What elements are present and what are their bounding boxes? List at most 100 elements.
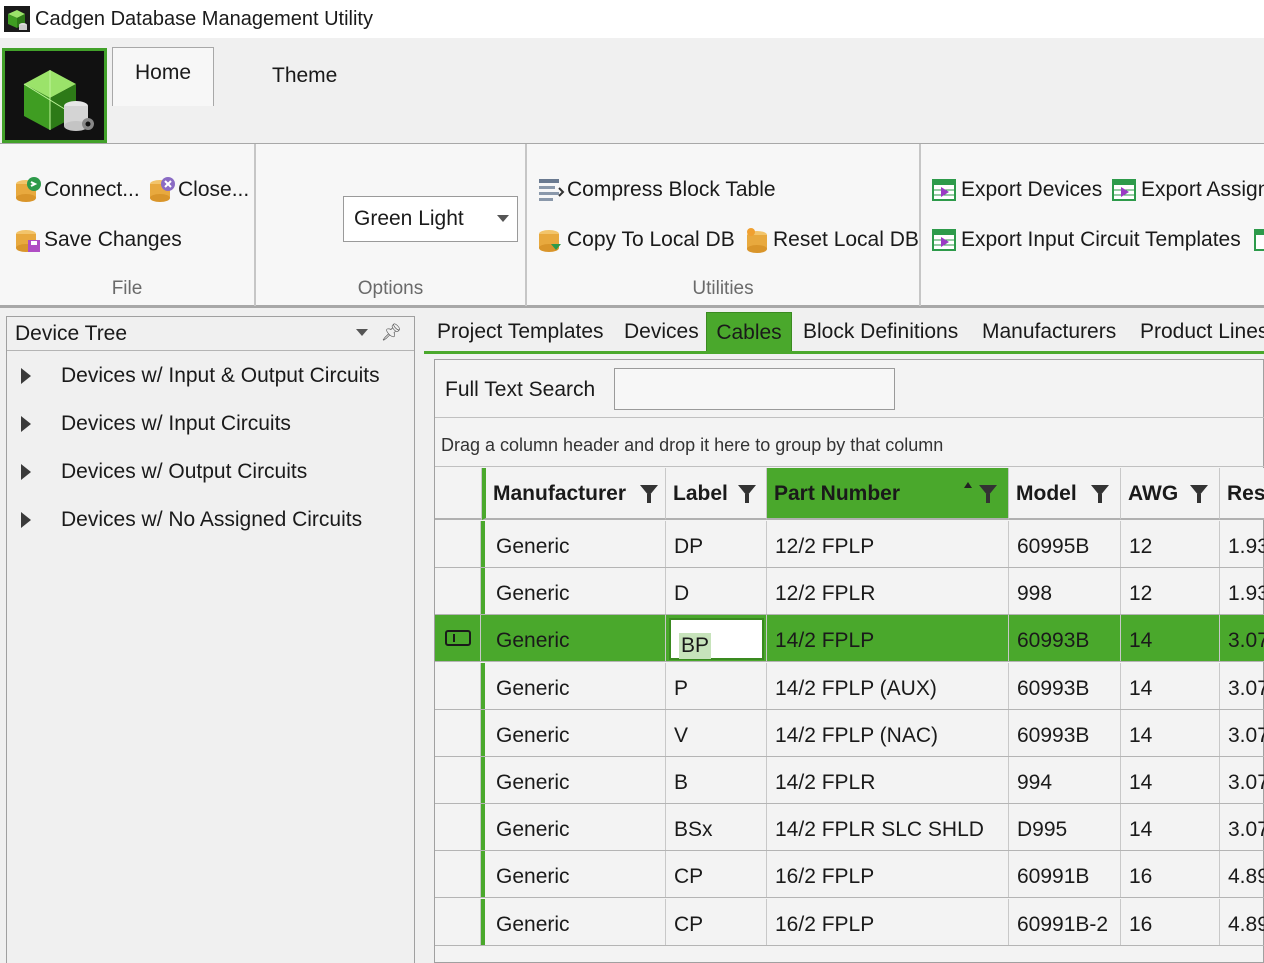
table-cell-part-number[interactable]: 14/2 FPLP: [767, 615, 1009, 662]
theme-select[interactable]: Green Light: [343, 196, 518, 242]
reset-local-db-button[interactable]: Reset Local DB: [743, 226, 919, 254]
tab-home[interactable]: Home: [112, 47, 214, 106]
tree-item-input-output[interactable]: Devices w/ Input & Output Circuits: [21, 361, 380, 391]
table-row[interactable]: Generic BP 14/2 FPLP 60993B 14 3.07: [435, 615, 1264, 663]
table-cell-resi[interactable]: 3.07: [1220, 615, 1264, 661]
close-button[interactable]: Close...: [148, 176, 249, 204]
table-cell-awg[interactable]: 14: [1121, 615, 1220, 662]
export-input-circuit-templates-button[interactable]: Export Input Circuit Templates: [931, 226, 1241, 254]
table-cell-label[interactable]: BSx: [666, 804, 767, 851]
table-cell-awg[interactable]: 16: [1121, 851, 1220, 898]
cell-editor-text[interactable]: BP: [679, 633, 712, 660]
table-cell-part-number[interactable]: 16/2 FPLP: [767, 898, 1009, 945]
table-cell-model[interactable]: 998: [1009, 568, 1121, 615]
table-cell-manufacturer[interactable]: Generic: [486, 568, 666, 615]
table-cell-part-number[interactable]: 16/2 FPLP: [767, 851, 1009, 898]
tab-project-templates[interactable]: Project Templates: [437, 312, 604, 352]
table-cell-manufacturer[interactable]: Generic: [486, 804, 666, 851]
table-cell-label[interactable]: CP: [666, 898, 767, 945]
table-row[interactable]: Generic P 14/2 FPLP (AUX) 60993B 14 3.07: [435, 662, 1264, 710]
table-cell-label[interactable]: B: [666, 757, 767, 803]
export-assign-button[interactable]: Export Assign: [1111, 176, 1264, 204]
chevron-down-icon[interactable]: [356, 329, 368, 336]
filter-icon[interactable]: [979, 485, 997, 503]
table-cell-part-number[interactable]: 14/2 FPLP (NAC): [767, 709, 1009, 756]
expand-arrow-icon[interactable]: [21, 416, 31, 432]
row-indicator[interactable]: [435, 757, 481, 803]
table-cell-resi[interactable]: 3.07: [1220, 757, 1264, 803]
export-table-icon[interactable]: [1254, 226, 1264, 254]
row-indicator[interactable]: [435, 898, 481, 945]
table-row[interactable]: Generic D 12/2 FPLR 998 12 1.93: [435, 568, 1264, 616]
table-cell-awg[interactable]: 16: [1121, 898, 1220, 945]
row-indicator[interactable]: [435, 709, 481, 756]
table-cell-manufacturer[interactable]: Generic: [486, 662, 666, 709]
table-cell-part-number[interactable]: 14/2 FPLP (AUX): [767, 662, 1009, 709]
tab-product-lines[interactable]: Product Lines: [1140, 312, 1264, 352]
table-row[interactable]: Generic B 14/2 FPLR 994 14 3.07: [435, 757, 1264, 804]
table-cell-manufacturer[interactable]: Generic: [486, 851, 666, 898]
table-cell-model[interactable]: 60993B: [1009, 709, 1121, 756]
column-header-part-number[interactable]: Part Number: [767, 468, 1009, 520]
tab-block-definitions[interactable]: Block Definitions: [803, 312, 958, 352]
table-cell-label[interactable]: BP: [666, 615, 767, 662]
table-row[interactable]: Generic BSx 14/2 FPLR SLC SHLD D995 14 3.07: [435, 804, 1264, 852]
table-cell-model[interactable]: D995: [1009, 804, 1121, 851]
table-cell-model[interactable]: 994: [1009, 757, 1121, 803]
table-cell-resi[interactable]: 4.89: [1220, 899, 1264, 945]
filter-icon[interactable]: [738, 485, 756, 503]
app-menu-button[interactable]: [2, 48, 107, 143]
tab-devices[interactable]: Devices: [624, 312, 699, 352]
cell-editor[interactable]: BP: [669, 618, 764, 661]
column-header-resistance[interactable]: Resi: [1220, 468, 1264, 520]
table-cell-manufacturer[interactable]: Generic: [486, 615, 666, 662]
table-cell-awg[interactable]: 14: [1121, 662, 1220, 709]
row-indicator[interactable]: [435, 804, 481, 851]
table-cell-awg[interactable]: 12: [1121, 521, 1220, 567]
column-header-awg[interactable]: AWG: [1121, 468, 1220, 520]
table-cell-part-number[interactable]: 14/2 FPLR SLC SHLD: [767, 804, 1009, 851]
table-row[interactable]: Generic V 14/2 FPLP (NAC) 60993B 14 3.07: [435, 709, 1264, 757]
chevron-down-icon[interactable]: [497, 215, 509, 222]
tab-cables[interactable]: Cables: [706, 312, 792, 352]
tab-manufacturers[interactable]: Manufacturers: [982, 312, 1116, 352]
table-cell-model[interactable]: 60993B: [1009, 662, 1121, 709]
tree-item-no-assigned[interactable]: Devices w/ No Assigned Circuits: [21, 505, 362, 535]
table-cell-manufacturer[interactable]: Generic: [486, 709, 666, 756]
row-indicator[interactable]: [435, 851, 481, 898]
row-indicator[interactable]: [435, 568, 481, 615]
tree-item-output[interactable]: Devices w/ Output Circuits: [21, 457, 307, 487]
table-row[interactable]: Generic CP 16/2 FPLP 60991B 16 4.89: [435, 851, 1264, 899]
row-indicator[interactable]: [435, 615, 481, 662]
table-cell-awg[interactable]: 14: [1121, 757, 1220, 803]
table-cell-label[interactable]: D: [666, 568, 767, 615]
table-cell-model[interactable]: 60995B: [1009, 521, 1121, 567]
row-indicator[interactable]: [435, 662, 481, 709]
filter-icon[interactable]: [1190, 485, 1208, 503]
save-changes-button[interactable]: Save Changes: [14, 226, 182, 254]
table-cell-label[interactable]: DP: [666, 521, 767, 567]
column-header-label-col[interactable]: Label: [666, 468, 767, 520]
table-cell-awg[interactable]: 14: [1121, 804, 1220, 851]
expand-arrow-icon[interactable]: [21, 464, 31, 480]
pin-icon[interactable]: 📌︎: [380, 323, 402, 343]
expand-arrow-icon[interactable]: [21, 368, 31, 384]
table-cell-awg[interactable]: 12: [1121, 568, 1220, 615]
table-cell-resi[interactable]: 3.07: [1220, 710, 1264, 756]
table-cell-resi[interactable]: 1.93: [1220, 521, 1264, 567]
copy-to-local-db-button[interactable]: Copy To Local DB: [537, 226, 735, 254]
table-cell-manufacturer[interactable]: Generic: [486, 898, 666, 945]
table-cell-resi[interactable]: 1.93: [1220, 568, 1264, 614]
table-cell-resi[interactable]: 3.07: [1220, 663, 1264, 709]
filter-icon[interactable]: [1091, 485, 1109, 503]
table-cell-manufacturer[interactable]: Generic: [486, 757, 666, 803]
column-header-manufacturer[interactable]: Manufacturer: [482, 468, 666, 520]
table-cell-label[interactable]: P: [666, 662, 767, 709]
table-cell-part-number[interactable]: 14/2 FPLR: [767, 757, 1009, 803]
table-cell-manufacturer[interactable]: Generic: [486, 521, 666, 567]
table-cell-model[interactable]: 60993B: [1009, 615, 1121, 662]
table-cell-model[interactable]: 60991B: [1009, 851, 1121, 898]
filter-icon[interactable]: [640, 485, 658, 503]
full-text-search-input[interactable]: [614, 368, 895, 410]
table-cell-awg[interactable]: 14: [1121, 709, 1220, 756]
